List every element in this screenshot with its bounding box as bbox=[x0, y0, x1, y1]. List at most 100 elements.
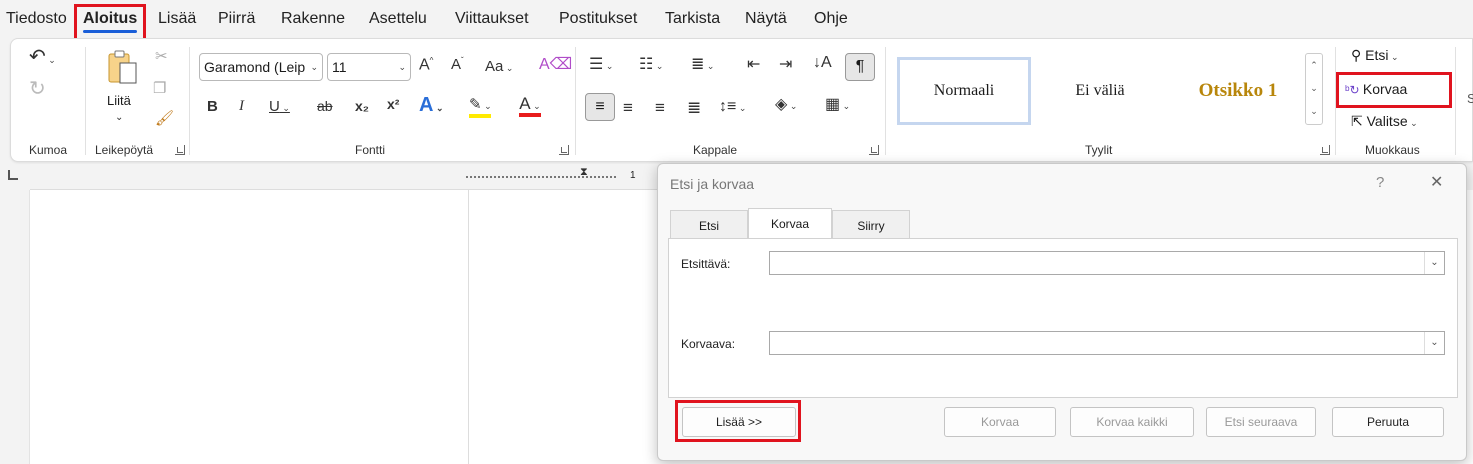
cancel-button[interactable]: Peruuta bbox=[1332, 407, 1444, 437]
tab-postitukset[interactable]: Postitukset bbox=[559, 10, 637, 28]
ribbon-tabs: Tiedosto Aloitus Lisää Piirrä Rakenne As… bbox=[0, 0, 1473, 38]
separator bbox=[885, 47, 886, 155]
multilevel-list-icon[interactable]: ≣ ⌄ bbox=[691, 57, 714, 73]
bold-icon[interactable]: B bbox=[207, 99, 218, 114]
chevron-down-icon[interactable]: ⌄ bbox=[1424, 332, 1444, 354]
font-size-field[interactable]: 11 ⌄ bbox=[327, 53, 411, 81]
align-left-icon[interactable]: ≡ bbox=[585, 93, 615, 121]
tab-find[interactable]: Etsi bbox=[670, 210, 748, 238]
shading-icon[interactable]: ◈ ⌄ bbox=[775, 97, 797, 113]
separator bbox=[85, 47, 86, 155]
style-no-spacing[interactable]: Ei väliä bbox=[1035, 57, 1165, 125]
ribbon: ↶ ⌄ ↻ Kumoa Liitä ⌄ ✂ ❐ 🖌 Leikepöytä Gar… bbox=[10, 38, 1473, 162]
cut-icon: ✂ bbox=[155, 48, 168, 65]
chevron-down-icon[interactable]: ⌄ bbox=[115, 113, 123, 123]
subscript-icon[interactable]: x₂ bbox=[355, 99, 369, 113]
shrink-font-icon[interactable]: Aˇ bbox=[451, 57, 464, 73]
show-formatting-marks-icon[interactable]: ¶ bbox=[845, 53, 875, 81]
separator bbox=[189, 47, 190, 155]
format-painter-icon[interactable]: 🖌 bbox=[155, 111, 174, 126]
style-normal[interactable]: Normaali bbox=[897, 57, 1031, 125]
tab-lisaa[interactable]: Lisää bbox=[158, 10, 196, 28]
tab-tarkista[interactable]: Tarkista bbox=[665, 10, 720, 28]
grow-font-icon[interactable]: A^ bbox=[419, 57, 433, 73]
undo-icon[interactable]: ↶ ⌄ bbox=[29, 47, 56, 67]
highlight-icon[interactable]: ✎ ⌄ bbox=[469, 97, 492, 118]
tab-goto[interactable]: Siirry bbox=[832, 210, 910, 238]
paragraph-launcher-icon[interactable] bbox=[869, 145, 879, 155]
justify-icon[interactable]: ≣ bbox=[687, 99, 701, 116]
clipboard-paste-icon[interactable] bbox=[107, 49, 139, 87]
copy-icon: ❐ bbox=[153, 80, 167, 97]
tab-stop-icon[interactable] bbox=[8, 170, 18, 180]
ruler: ⧗ 1 bbox=[30, 164, 670, 190]
increase-indent-icon[interactable]: ⇥ bbox=[779, 57, 792, 73]
search-icon: ⚲ bbox=[1351, 47, 1366, 63]
italic-icon[interactable]: I bbox=[239, 99, 244, 114]
redo-icon: ↻ bbox=[29, 78, 46, 100]
replace-all-button[interactable]: Korvaa kaikki bbox=[1070, 407, 1194, 437]
tab-nayta[interactable]: Näytä bbox=[745, 10, 787, 28]
find-what-input[interactable]: ⌄ bbox=[769, 251, 1445, 275]
font-name-field[interactable]: Garamond (Leip ⌄ bbox=[199, 53, 323, 81]
font-color-icon[interactable]: A ⌄ bbox=[519, 95, 541, 117]
align-center-icon[interactable]: ≡ bbox=[623, 99, 633, 116]
sort-icon[interactable]: ↓A bbox=[813, 55, 832, 71]
group-label-font: Fontti bbox=[355, 143, 386, 157]
group-label-styles: Tyylit bbox=[1085, 143, 1113, 157]
find-button[interactable]: ⚲ Etsi ⌄ bbox=[1351, 47, 1399, 64]
line-spacing-icon[interactable]: ↕≡ ⌄ bbox=[719, 99, 746, 115]
indent-marker-icon[interactable]: ⧗ bbox=[580, 166, 588, 179]
tab-piirra[interactable]: Piirrä bbox=[218, 10, 255, 28]
text-effects-icon[interactable]: A ⌄ bbox=[419, 95, 444, 115]
style-heading-1[interactable]: Otsikko 1 bbox=[1171, 57, 1305, 125]
font-launcher-icon[interactable] bbox=[559, 145, 569, 155]
styles-launcher-icon[interactable] bbox=[1320, 145, 1330, 155]
highlight-replace bbox=[1336, 72, 1452, 108]
help-icon[interactable]: ? bbox=[1376, 174, 1384, 191]
decrease-indent-icon[interactable]: ⇤ bbox=[747, 57, 760, 73]
bullets-icon[interactable]: ☰ ⌄ bbox=[589, 57, 613, 73]
select-button[interactable]: ⇱ Valitse ⌄ bbox=[1351, 113, 1418, 130]
replace-dialog-button[interactable]: Korvaa bbox=[944, 407, 1056, 437]
tab-ohje[interactable]: Ohje bbox=[814, 10, 848, 28]
truncated-group-label: S bbox=[1467, 91, 1473, 106]
group-label-paragraph: Kappale bbox=[693, 143, 738, 157]
paste-label[interactable]: Liitä bbox=[107, 93, 131, 108]
align-right-icon[interactable]: ≡ bbox=[655, 99, 665, 116]
find-next-button[interactable]: Etsi seuraava bbox=[1206, 407, 1316, 437]
numbering-icon[interactable]: ☷ ⌄ bbox=[639, 57, 663, 73]
vertical-ruler bbox=[0, 190, 30, 464]
clipboard-launcher-icon[interactable] bbox=[175, 145, 185, 155]
replace-panel: Etsittävä: ⌄ Korvaava: ⌄ bbox=[668, 238, 1458, 398]
find-what-label: Etsittävä: bbox=[681, 257, 731, 271]
chevron-down-icon[interactable]: ⌄ bbox=[1424, 252, 1444, 274]
tab-rakenne[interactable]: Rakenne bbox=[281, 10, 345, 28]
group-label-editing: Muokkaus bbox=[1365, 143, 1420, 157]
ruler-number: 1 bbox=[630, 170, 636, 181]
highlight-aloitus bbox=[74, 4, 146, 42]
close-icon[interactable]: ✕ bbox=[1430, 172, 1443, 192]
tab-asettelu[interactable]: Asettelu bbox=[369, 10, 427, 28]
separator bbox=[575, 47, 576, 155]
replace-with-label: Korvaava: bbox=[681, 337, 736, 351]
ruler-ticks bbox=[466, 176, 616, 178]
highlight-more bbox=[675, 400, 801, 442]
superscript-icon[interactable]: x² bbox=[387, 97, 399, 111]
tab-replace[interactable]: Korvaa bbox=[748, 208, 832, 239]
tab-viittaukset[interactable]: Viittaukset bbox=[455, 10, 529, 28]
styles-scroll[interactable]: ⌃ ⌄ ⌄ bbox=[1305, 53, 1323, 125]
replace-with-input[interactable]: ⌄ bbox=[769, 331, 1445, 355]
tab-tiedosto[interactable]: Tiedosto bbox=[6, 10, 67, 28]
strikethrough-icon[interactable]: ab bbox=[317, 99, 333, 113]
borders-icon[interactable]: ▦ ⌄ bbox=[825, 97, 850, 113]
separator bbox=[1455, 47, 1456, 155]
group-label-clipboard: Leikepöytä bbox=[95, 143, 154, 157]
underline-icon[interactable]: U ⌄ bbox=[269, 99, 290, 114]
clear-formatting-icon[interactable]: A⌫ bbox=[539, 57, 572, 73]
change-case-icon[interactable]: Aa ⌄ bbox=[485, 59, 513, 74]
group-label-undo: Kumoa bbox=[29, 143, 68, 157]
cursor-icon: ⇱ bbox=[1351, 113, 1367, 129]
margin-guide bbox=[468, 190, 469, 464]
dialog-title: Etsi ja korvaa bbox=[670, 176, 755, 192]
